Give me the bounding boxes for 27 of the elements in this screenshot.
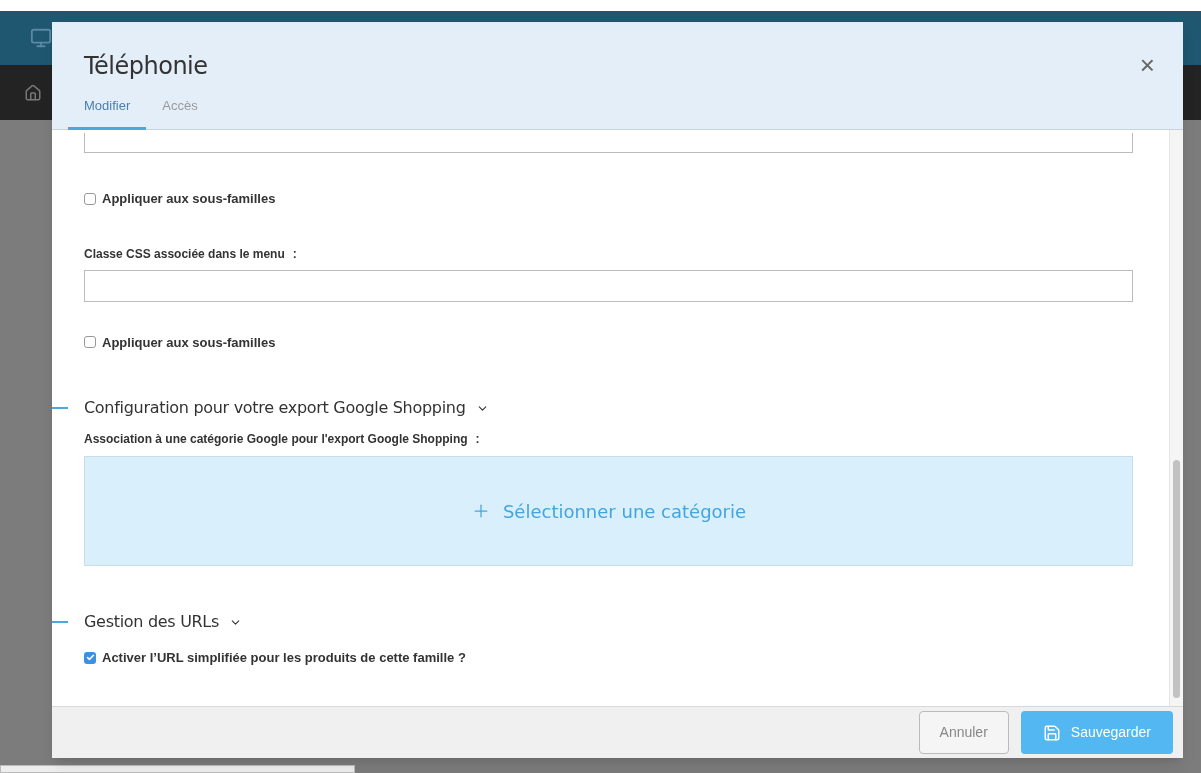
- monitor-icon: [30, 27, 52, 49]
- category-dropzone[interactable]: Sélectionner une catégorie: [84, 456, 1133, 566]
- close-button[interactable]: ×: [1139, 46, 1155, 85]
- tab[interactable]: Modifier: [68, 95, 147, 130]
- colon: :: [292, 245, 297, 263]
- checkbox[interactable]: [84, 336, 96, 349]
- section-marker: [52, 407, 68, 409]
- scrollbar-thumb[interactable]: [1173, 460, 1180, 698]
- checkbox-label: Appliquer aux sous-familles: [102, 333, 276, 352]
- text-field[interactable]: [84, 132, 1133, 153]
- dialog-title: Téléphonie: [84, 51, 208, 82]
- checkbox-label: Appliquer aux sous-familles: [102, 190, 276, 208]
- section-marker: [52, 621, 68, 623]
- field-label: Classe CSS associée dans le menu: [84, 245, 285, 263]
- checkbox[interactable]: [84, 192, 96, 205]
- home-icon: [24, 83, 42, 102]
- colon: :: [475, 431, 480, 448]
- tab[interactable]: Accès: [146, 95, 214, 130]
- text-field[interactable]: [84, 269, 1133, 302]
- section-title: Gestion des URLs: [84, 611, 219, 633]
- field-label: Association à une catégorie Google pour l'export Google Shopping: [84, 431, 468, 448]
- checkbox[interactable]: [84, 651, 96, 664]
- section-title: Configuration pour votre export Google Shopping: [84, 397, 466, 419]
- checkbox-label: Activer l’URL simplifiée pour les produits de cette famille ?: [102, 649, 466, 667]
- save-button[interactable]: Sauvegarder: [1020, 711, 1173, 754]
- check-icon: [85, 653, 95, 663]
- cancel-button[interactable]: Annuler: [918, 711, 1009, 754]
